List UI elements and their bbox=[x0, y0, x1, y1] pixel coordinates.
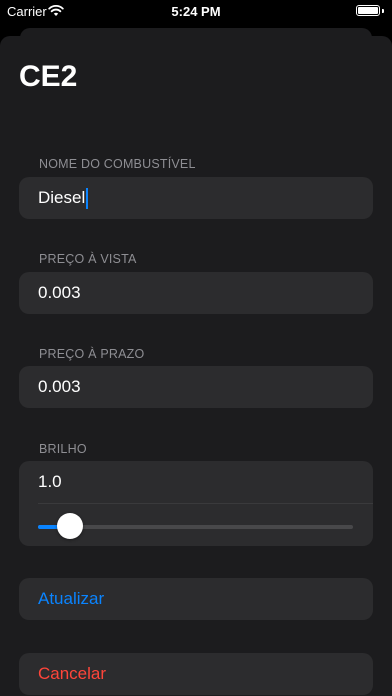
update-button[interactable]: Atualizar bbox=[19, 578, 373, 620]
cancel-group: Cancelar bbox=[19, 653, 373, 695]
fuel-name-field[interactable]: Diesel bbox=[19, 177, 373, 219]
brightness-header: BRILHO bbox=[39, 442, 87, 456]
screen: Carrier 5:24 PM CE2 NOME DO COMBUSTÍVEL … bbox=[0, 0, 392, 696]
term-price-value: 0.003 bbox=[38, 377, 81, 396]
slider-thumb[interactable] bbox=[56, 513, 83, 539]
cash-price-header: PREÇO À VISTA bbox=[39, 252, 137, 266]
brightness-field[interactable]: 1.0 bbox=[19, 461, 373, 503]
slider-track[interactable] bbox=[38, 525, 353, 529]
term-price-field[interactable]: 0.003 bbox=[19, 366, 373, 408]
battery-icon bbox=[356, 5, 380, 16]
fuel-name-text-wrap: Diesel bbox=[38, 187, 89, 209]
brightness-group: 1.0 bbox=[19, 461, 373, 546]
status-time: 5:24 PM bbox=[171, 4, 221, 19]
brightness-value: 1.0 bbox=[38, 472, 62, 491]
battery-cap bbox=[382, 9, 384, 13]
cash-price-value: 0.003 bbox=[38, 283, 81, 302]
battery-level bbox=[358, 7, 378, 14]
fuel-name-group: Diesel bbox=[19, 177, 373, 219]
term-price-group: 0.003 bbox=[19, 366, 373, 408]
text-cursor bbox=[86, 187, 89, 209]
cash-price-group: 0.003 bbox=[19, 272, 373, 314]
fuel-name-header: NOME DO COMBUSTÍVEL bbox=[39, 157, 196, 171]
fuel-name-value: Diesel bbox=[38, 188, 86, 207]
term-price-header: PREÇO À PRAZO bbox=[39, 347, 145, 361]
cash-price-field[interactable]: 0.003 bbox=[19, 272, 373, 314]
cancel-button[interactable]: Cancelar bbox=[19, 653, 373, 695]
page-title: CE2 bbox=[19, 60, 78, 93]
update-group: Atualizar bbox=[19, 578, 373, 620]
brightness-slider[interactable] bbox=[19, 504, 373, 546]
status-bar: Carrier 5:24 PM bbox=[0, 0, 392, 22]
